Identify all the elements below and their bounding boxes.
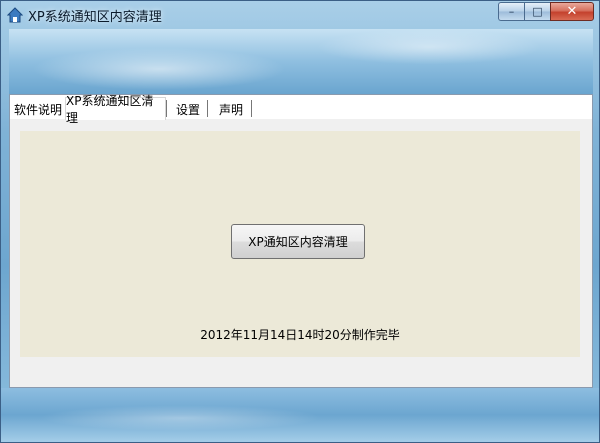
tab-strip: 软件说明 XP系统通知区清理 设置 声明 xyxy=(10,94,592,125)
tab-statement[interactable]: 声明 xyxy=(212,99,250,119)
tab-label: 软件说明 xyxy=(13,102,62,117)
tab-panel: XP通知区内容清理 2012年11月14日14时20分制作完毕 xyxy=(20,131,580,357)
tab-label: 声明 xyxy=(218,102,243,117)
client-area: 软件说明 XP系统通知区清理 设置 声明 XP通知区内容清理 2012年11月1… xyxy=(9,94,593,388)
tab-divider xyxy=(207,100,211,117)
maximize-icon: □ xyxy=(532,5,543,18)
header-banner xyxy=(9,29,593,94)
app-window: XP系统通知区内容清理 – □ ✕ 软件说明 XP系统通知区清理 设置 声明 X… xyxy=(0,0,600,443)
completion-note: 2012年11月14日14时20分制作完毕 xyxy=(200,328,400,342)
tab-label: XP系统通知区清理 xyxy=(66,94,154,125)
title-bar[interactable]: XP系统通知区内容清理 – □ ✕ xyxy=(1,1,599,29)
tab-xp-tray-cleanup[interactable]: XP系统通知区清理 xyxy=(65,94,166,125)
tab-divider xyxy=(251,100,255,117)
close-button[interactable]: ✕ xyxy=(550,2,594,21)
minimize-icon: – xyxy=(508,5,515,18)
window-title: XP系统通知区内容清理 xyxy=(28,10,162,25)
bottom-frame xyxy=(1,388,599,442)
tab-settings[interactable]: 设置 xyxy=(170,99,206,119)
house-icon[interactable] xyxy=(6,7,24,23)
caption-buttons: – □ ✕ xyxy=(498,2,594,21)
tab-software-info[interactable]: 软件说明 xyxy=(12,99,64,119)
minimize-button[interactable]: – xyxy=(498,2,524,21)
close-icon: ✕ xyxy=(566,4,578,19)
tab-label: 设置 xyxy=(175,102,200,117)
maximize-button[interactable]: □ xyxy=(524,2,550,21)
tray-cleanup-button[interactable]: XP通知区内容清理 xyxy=(231,224,365,259)
